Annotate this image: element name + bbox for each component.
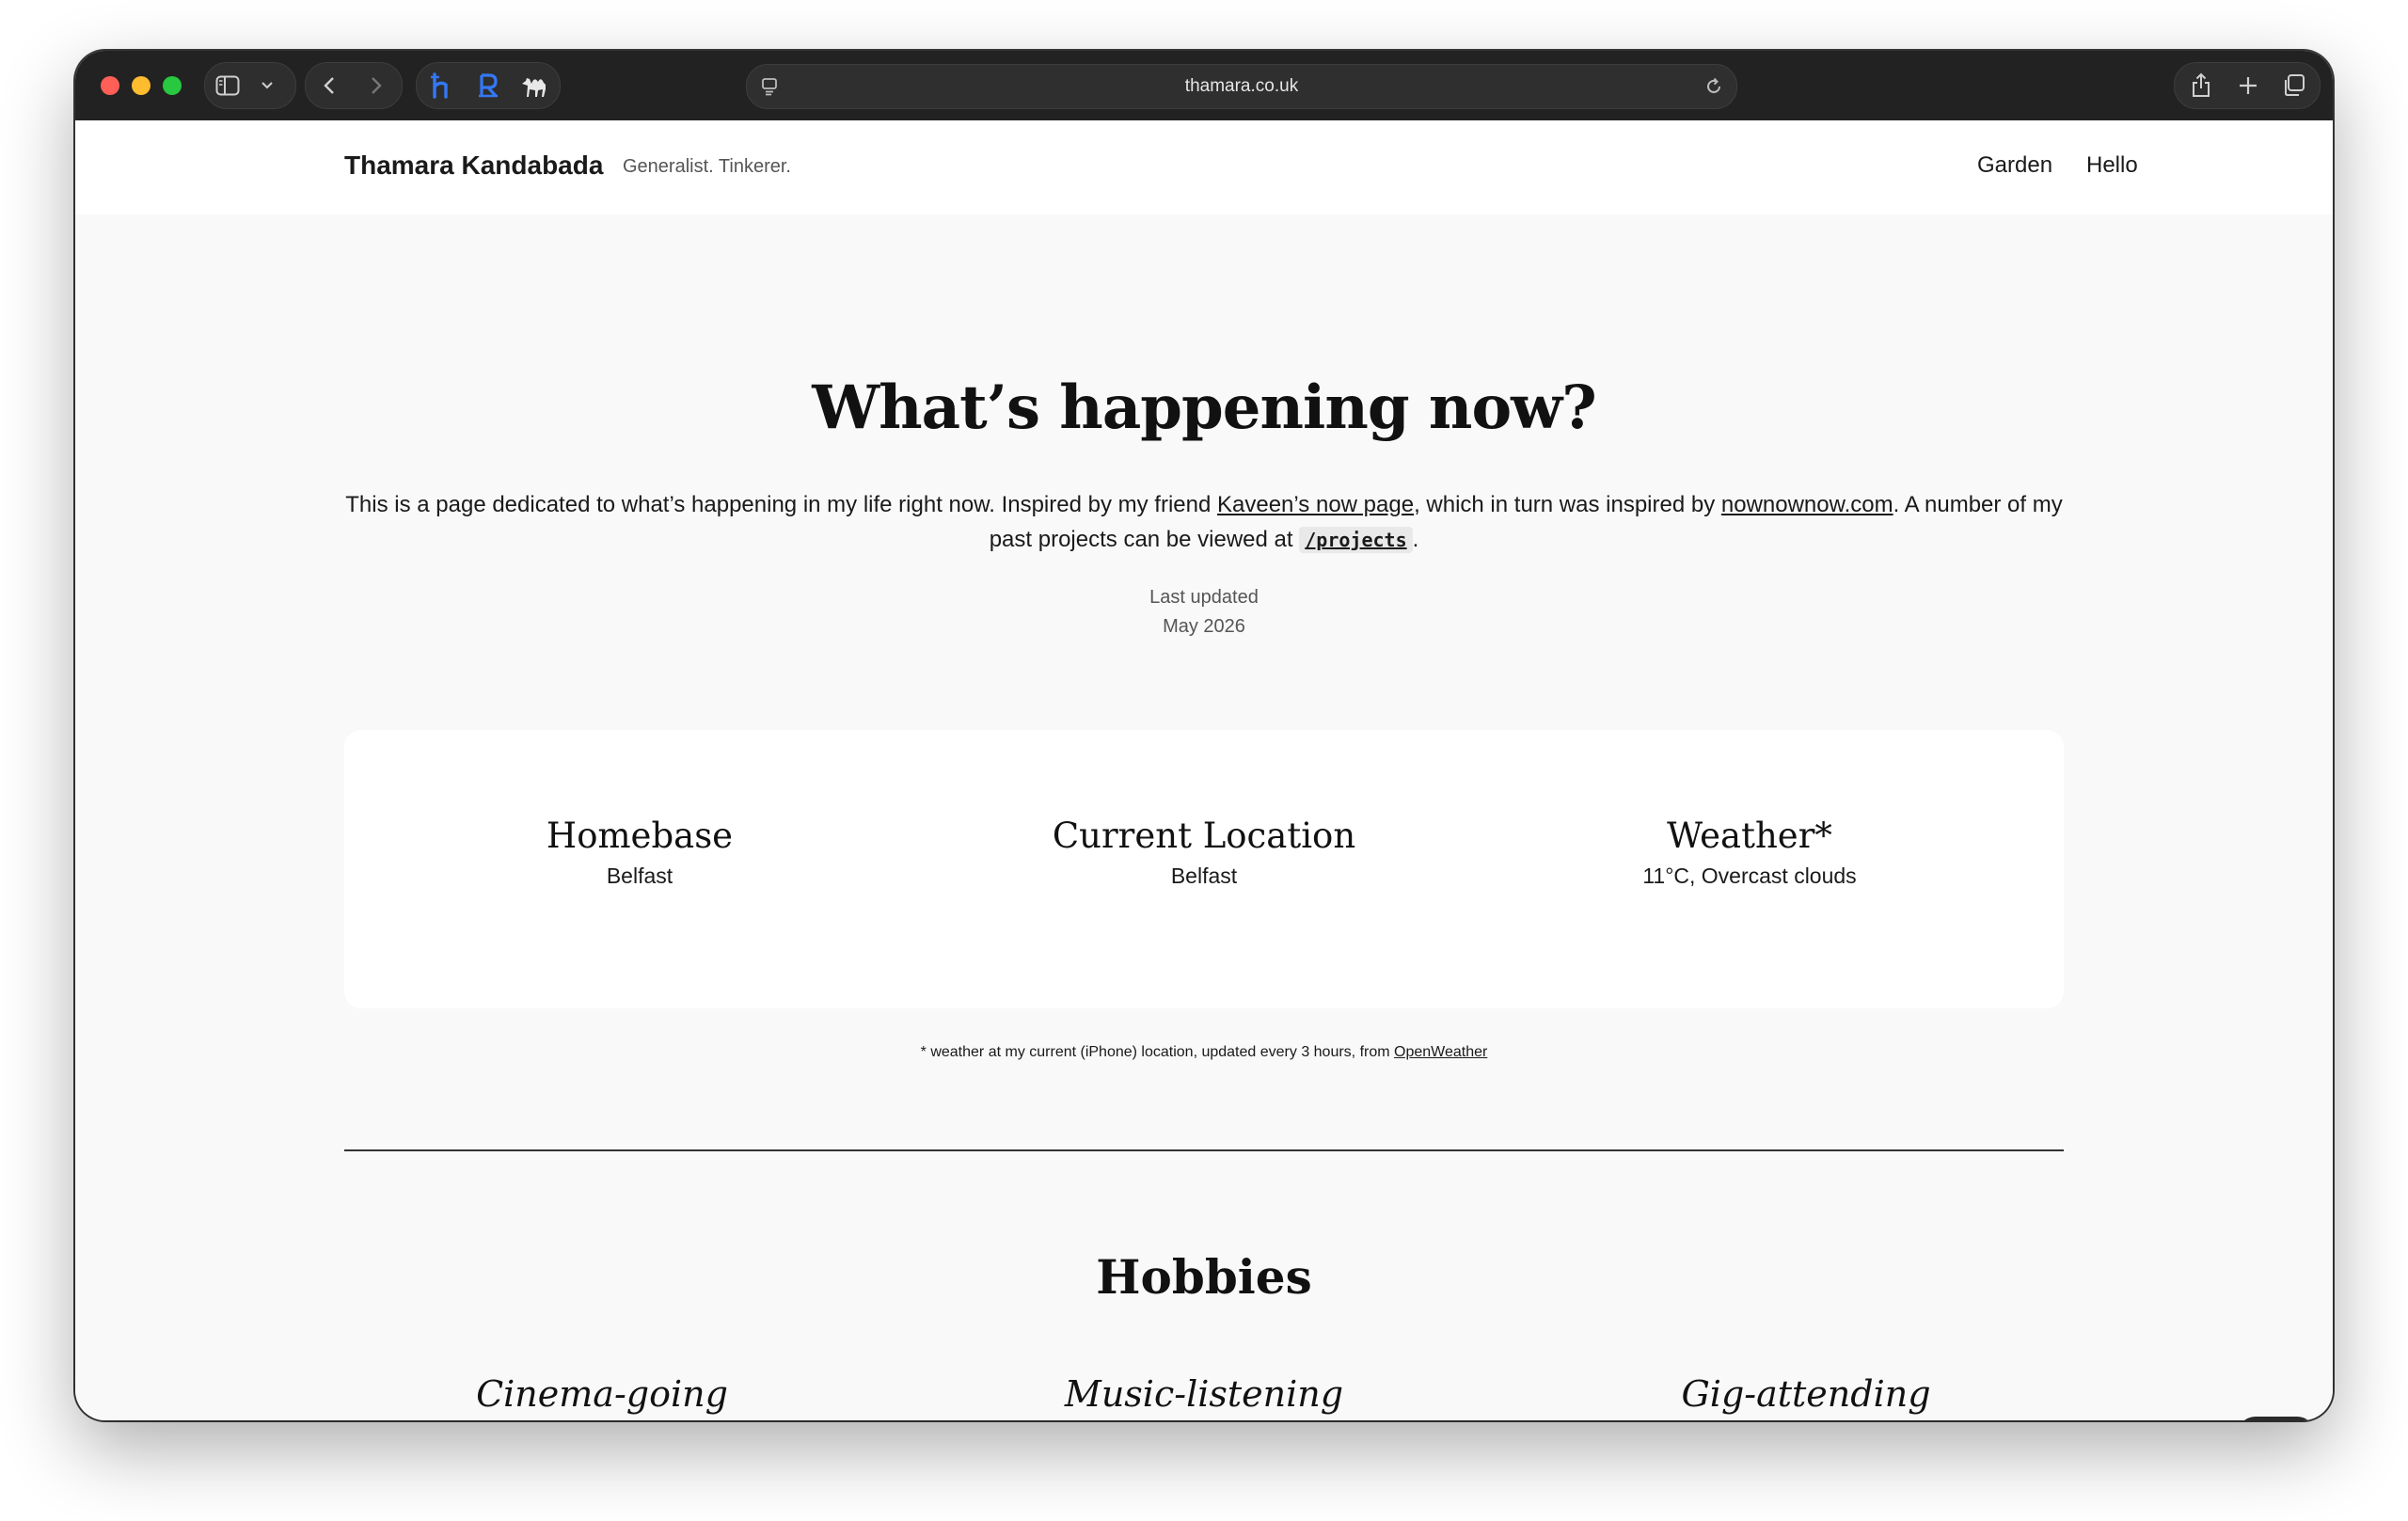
theme-toggle[interactable] xyxy=(2237,1417,2316,1420)
projects-link[interactable]: /projects xyxy=(1299,527,1413,553)
window-actions-group xyxy=(2174,62,2321,109)
kaveen-now-link[interactable]: Kaveen’s now page xyxy=(1217,492,1414,517)
site-brand[interactable]: Thamara Kandabada xyxy=(344,151,603,181)
hobby-item: Gig-attending xyxy=(1681,1373,1931,1415)
chevron-down-icon[interactable] xyxy=(256,74,278,97)
nav-hello[interactable]: Hello xyxy=(2086,152,2138,179)
stat-homebase: Homebase Belfast xyxy=(367,813,912,892)
footnote-text: * weather at my current (iPhone) locatio… xyxy=(920,1044,1395,1060)
stat-value: Belfast xyxy=(606,863,673,888)
stat-current-location: Current Location Belfast xyxy=(931,813,1477,892)
status-card: Homebase Belfast Current Location Belfas… xyxy=(344,730,2064,1008)
page-content: Thamara Kandabada Generalist. Tinkerer. … xyxy=(75,120,2333,1420)
address-bar[interactable]: thamara.co.uk xyxy=(746,64,1737,109)
nav-garden[interactable]: Garden xyxy=(1977,152,2052,179)
history-control-group xyxy=(305,62,403,109)
minimize-window-button[interactable] xyxy=(132,76,150,95)
section-divider xyxy=(344,1149,2064,1151)
last-updated: Last updated May 2026 xyxy=(75,583,2333,642)
nownownow-link[interactable]: nownownow.com xyxy=(1721,492,1893,517)
last-updated-label: Last updated xyxy=(1149,587,1259,608)
intro-paragraph: This is a page dedicated to what’s happe… xyxy=(344,487,2064,558)
stat-weather: Weather* 11°C, Overcast clouds xyxy=(1477,813,2022,892)
tab-overview-icon[interactable] xyxy=(2278,71,2308,101)
stat-value: Belfast xyxy=(1170,863,1238,888)
close-window-button[interactable] xyxy=(101,76,119,95)
hobby-item: Music-listening xyxy=(1064,1373,1344,1415)
hobbies-heading: Hobbies xyxy=(1096,1249,1312,1305)
url-text[interactable]: thamara.co.uk xyxy=(747,65,1736,108)
last-updated-value: May 2026 xyxy=(1163,616,1245,637)
intro-text: , which in turn was inspired by xyxy=(1414,492,1721,517)
intro-text: . xyxy=(1412,527,1419,552)
site-tagline: Generalist. Tinkerer. xyxy=(623,156,791,177)
sidebar-control-group xyxy=(204,62,296,109)
r-icon[interactable] xyxy=(473,71,503,101)
hugo-h-icon[interactable] xyxy=(426,71,456,101)
camel-icon[interactable] xyxy=(518,71,550,101)
weather-footnote: * weather at my current (iPhone) locatio… xyxy=(75,1044,2333,1061)
stat-label: Weather* xyxy=(1667,816,1832,856)
zoom-window-button[interactable] xyxy=(163,76,182,95)
back-icon[interactable] xyxy=(315,72,343,99)
intro-text: This is a page dedicated to what’s happe… xyxy=(345,492,1217,517)
browser-toolbar: thamara.co.uk xyxy=(75,51,2333,120)
site-header: Thamara Kandabada Generalist. Tinkerer. … xyxy=(75,120,2333,214)
sidebar-toggle-icon[interactable] xyxy=(214,72,241,99)
forward-icon[interactable] xyxy=(362,72,390,99)
hobby-item: Cinema-going xyxy=(476,1373,728,1415)
share-icon[interactable] xyxy=(2186,71,2216,101)
stat-label: Homebase xyxy=(546,816,734,856)
stat-label: Current Location xyxy=(1052,816,1356,856)
extensions-group xyxy=(416,62,561,109)
browser-window: thamara.co.uk Thamara Kandabada Generali… xyxy=(75,51,2333,1420)
reload-icon[interactable] xyxy=(1701,73,1727,100)
page-title: What’s happening now? xyxy=(812,372,1596,443)
new-tab-icon[interactable] xyxy=(2233,71,2263,101)
openweather-link[interactable]: OpenWeather xyxy=(1394,1044,1487,1060)
stat-value: 11°C, Overcast clouds xyxy=(1642,863,1857,888)
